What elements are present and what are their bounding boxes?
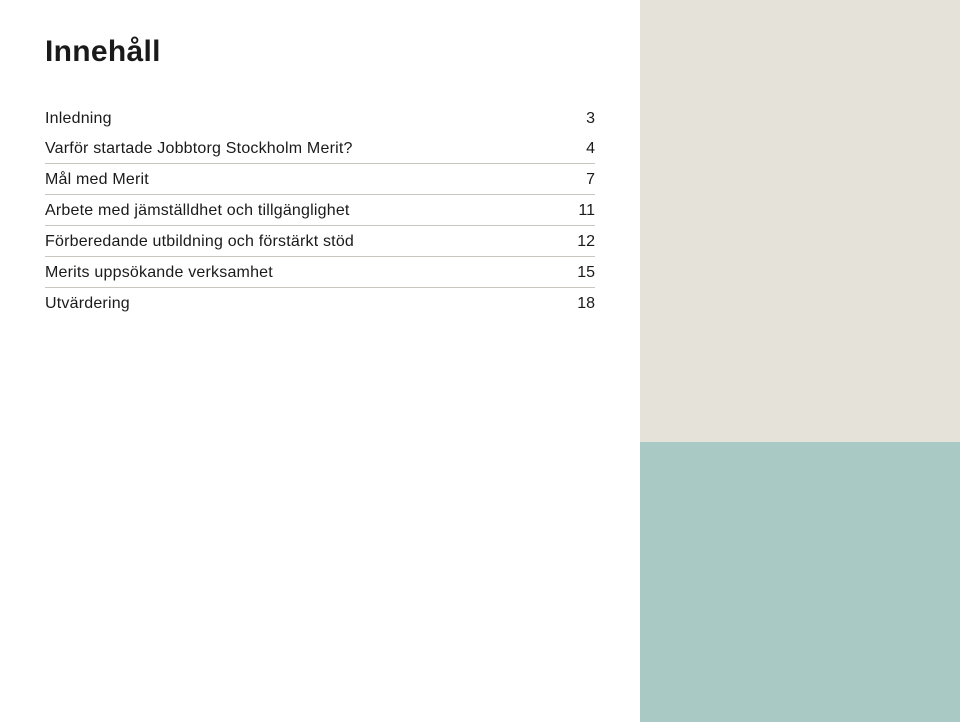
content-page: Innehåll Inledning 3 Varför startade Job… [0,0,640,722]
toc-label: Inledning [45,110,559,128]
toc-label: Varför startade Jobbtorg Stockholm Merit… [45,140,559,158]
decorative-block [640,442,960,722]
toc-label: Arbete med jämställdhet och tillgängligh… [45,202,559,220]
toc-page-number: 7 [571,171,595,189]
toc-page-number: 15 [571,264,595,282]
toc-row: Mål med Merit 7 [45,164,595,195]
toc-label: Förberedande utbildning och förstärkt st… [45,233,559,251]
page-title: Innehåll [45,35,595,69]
toc-page-number: 11 [571,202,595,220]
toc-row: Varför startade Jobbtorg Stockholm Merit… [45,133,595,164]
toc-row: Merits uppsökande verksamhet 15 [45,257,595,288]
toc-row: Förberedande utbildning och förstärkt st… [45,226,595,257]
toc-row: Utvärdering 18 [45,288,595,318]
toc-label: Mål med Merit [45,171,559,189]
toc-page-number: 18 [571,295,595,313]
toc-label: Utvärdering [45,295,559,313]
toc-row: Inledning 3 [45,103,595,133]
toc-row: Arbete med jämställdhet och tillgängligh… [45,195,595,226]
toc-label: Merits uppsökande verksamhet [45,264,559,282]
toc-page-number: 3 [571,110,595,128]
toc-page-number: 12 [571,233,595,251]
table-of-contents: Inledning 3 Varför startade Jobbtorg Sto… [45,103,595,318]
toc-page-number: 4 [571,140,595,158]
